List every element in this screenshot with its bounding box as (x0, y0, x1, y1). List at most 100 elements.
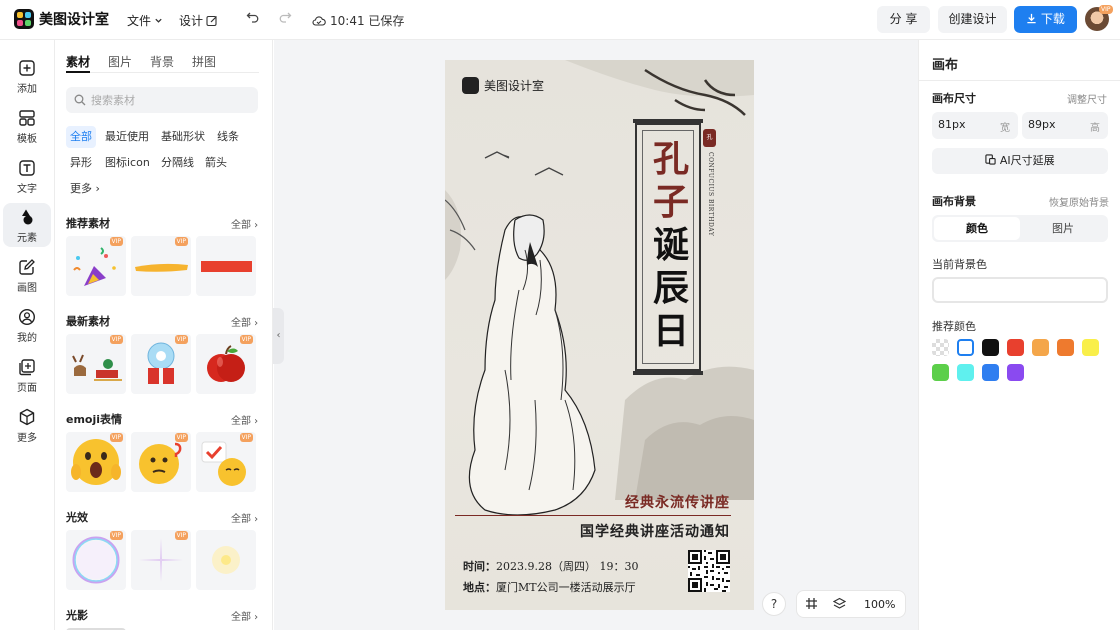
rail-item-add[interactable]: 添加 (3, 54, 51, 98)
search-input[interactable] (91, 93, 241, 107)
rail-item-template[interactable]: 模板 (3, 104, 51, 148)
recommend-colors-label: 推荐颜色 (932, 320, 976, 333)
grid-icon[interactable] (803, 597, 819, 613)
width-field[interactable]: 宽 (932, 112, 1018, 139)
width-input[interactable] (938, 118, 988, 131)
swatch-orange[interactable] (1057, 339, 1074, 356)
rail-item-pages[interactable]: 页面 (3, 353, 51, 397)
section-title: 光效 (66, 511, 88, 524)
poster-logo-icon (462, 77, 479, 94)
poster-canvas[interactable]: 美图设计室 孔 子 诞 辰 日 孔 CONFUCIUS BIRTHDAY 经典永… (445, 60, 754, 610)
chip-all[interactable]: 全部 (66, 126, 96, 148)
rail-label: 模板 (17, 134, 37, 145)
current-bg-label: 当前背景色 (932, 258, 987, 271)
seg-color[interactable]: 颜色 (934, 217, 1020, 240)
rail-item-elements[interactable]: 元素 (3, 203, 51, 247)
swatch-white[interactable] (957, 339, 974, 356)
search-box[interactable] (66, 87, 258, 113)
vip-badge: VIP (239, 335, 253, 344)
divider (919, 80, 1120, 81)
swatch-yellow[interactable] (1082, 339, 1099, 356)
section-all-link[interactable]: 全部 › (231, 314, 258, 329)
layers-icon[interactable] (831, 597, 847, 613)
thumb-emoji-thinking[interactable]: VIP (131, 432, 191, 492)
app-logo[interactable]: 美图设计室 (14, 9, 109, 29)
thumb-reindeer-sleigh[interactable]: VIP (66, 334, 126, 394)
thumb-light-bubble[interactable]: VIP (66, 530, 126, 590)
seg-image[interactable]: 图片 (1020, 217, 1106, 240)
plus-square-icon (19, 60, 35, 76)
canvas-size-label: 画布尺寸 (932, 92, 976, 105)
chip-arrows[interactable]: 箭头 (201, 152, 231, 174)
height-input[interactable] (1028, 118, 1078, 131)
thumb-red-bar[interactable] (196, 236, 256, 296)
template-icon (19, 110, 35, 126)
cloud-icon (312, 15, 326, 26)
chip-irregular[interactable]: 异形 (66, 152, 96, 174)
tab-materials[interactable]: 素材 (66, 53, 90, 70)
tab-backgrounds[interactable]: 背景 (150, 53, 174, 70)
section-title: 光影 (66, 609, 88, 622)
redo-icon[interactable] (276, 10, 294, 28)
chip-recent[interactable]: 最近使用 (101, 126, 153, 148)
restore-bg-link[interactable]: 恢复原始背景 (1049, 194, 1109, 209)
thumb-glow[interactable] (196, 530, 256, 590)
swatch-red[interactable] (1007, 339, 1024, 356)
section-all-link[interactable]: 全部 › (231, 608, 258, 623)
swatch-blue[interactable] (982, 364, 999, 381)
chip-dividers[interactable]: 分隔线 (157, 152, 198, 174)
swatch-green[interactable] (932, 364, 949, 381)
ai-resize-icon (985, 154, 996, 165)
event-time: 时间：2023.9.28（周四） 19：30 (463, 558, 638, 574)
logo-mark-icon (14, 9, 34, 29)
ai-extend-button[interactable]: AI尺寸延展 (932, 148, 1108, 174)
rail-item-mine[interactable]: 我的 (3, 303, 51, 347)
current-bg-color-field[interactable] (932, 277, 1108, 303)
zoom-level[interactable]: 100% (864, 598, 895, 611)
chip-lines[interactable]: 线条 (213, 126, 243, 148)
swatch-light-orange[interactable] (1032, 339, 1049, 356)
collapse-panel-handle[interactable]: ‹ (273, 308, 284, 364)
swatch-transparent[interactable] (932, 339, 949, 356)
event-notice: 国学经典讲座活动通知 (580, 524, 730, 540)
resize-link[interactable]: 调整尺寸 (1067, 91, 1107, 106)
section-all-link[interactable]: 全部 › (231, 510, 258, 525)
height-field[interactable]: 高 (1022, 112, 1108, 139)
thumb-brush-stroke[interactable]: VIP (131, 236, 191, 296)
chip-more[interactable]: 更多 › (66, 178, 104, 200)
tab-collage[interactable]: 拼图 (192, 53, 216, 70)
all-label: 全部 (231, 612, 251, 623)
share-button[interactable]: 分 享 (877, 6, 930, 33)
thumb-star-glare[interactable]: VIP (131, 530, 191, 590)
swatch-purple[interactable] (1007, 364, 1024, 381)
file-menu[interactable]: 文件 (127, 12, 163, 29)
rail-item-more[interactable]: 更多 (3, 403, 51, 447)
swatch-black[interactable] (982, 339, 999, 356)
rail-item-draw[interactable]: 画图 (3, 253, 51, 297)
thumb-apple[interactable]: VIP (196, 334, 256, 394)
tab-images[interactable]: 图片 (108, 53, 132, 70)
undo-icon[interactable] (244, 10, 262, 28)
chip-basic-shapes[interactable]: 基础形状 (157, 126, 209, 148)
download-icon (1027, 13, 1036, 24)
design-menu[interactable]: 设计 (179, 12, 218, 29)
thumb-emoji-shocked[interactable]: VIP (66, 432, 126, 492)
rail-item-text[interactable]: 文字 (3, 154, 51, 198)
title-char: 日 (652, 310, 689, 352)
vip-badge: VIP (174, 237, 188, 246)
section-all-link[interactable]: 全部 › (231, 412, 258, 427)
vip-badge: VIP (239, 433, 253, 442)
chip-icons[interactable]: 图标icon (101, 152, 154, 174)
swatch-cyan[interactable] (957, 364, 974, 381)
download-button[interactable]: 下载 (1014, 6, 1077, 33)
title-char: 辰 (652, 267, 689, 309)
thumb-emoji-check[interactable]: VIP (196, 432, 256, 492)
thumb-confetti[interactable]: VIP (66, 236, 126, 296)
section-all-link[interactable]: 全部 › (231, 216, 258, 231)
vip-badge: VIP (174, 531, 188, 540)
help-button[interactable]: ? (762, 592, 786, 616)
thumb-snow-globe[interactable]: VIP (131, 334, 191, 394)
event-place: 地点：厦门MT公司一楼活动展示厅 (463, 579, 636, 595)
create-design-button[interactable]: 创建设计 (938, 6, 1007, 33)
time-label: 时间： (463, 560, 496, 573)
